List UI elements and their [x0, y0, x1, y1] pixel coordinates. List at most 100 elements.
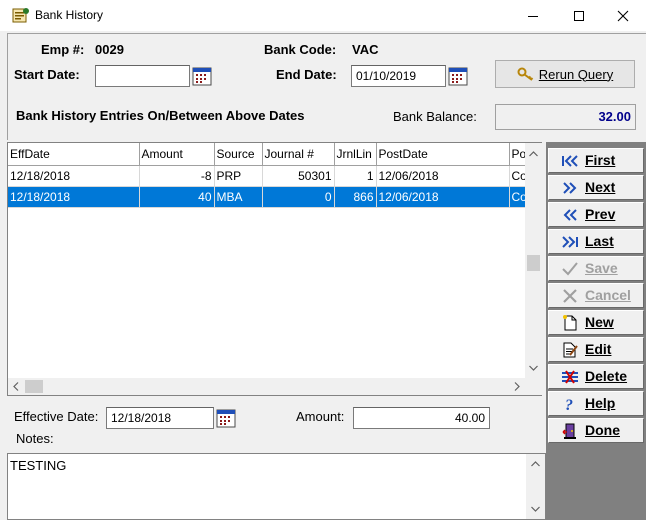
last-icon — [562, 236, 578, 248]
notes-textarea[interactable]: TESTING — [7, 453, 546, 520]
column-header-jrnllin[interactable]: JrnlLin — [334, 143, 377, 166]
cell-postdate: 12/06/2018 — [376, 186, 510, 208]
done-button[interactable]: Done — [548, 418, 644, 443]
effective-date-label: Effective Date: — [14, 409, 99, 424]
cell-journal: 0 — [262, 186, 335, 208]
amount-input[interactable]: 40.00 — [353, 407, 490, 429]
scroll-right-icon[interactable] — [514, 382, 520, 391]
cell-postdate: 12/06/2018 — [376, 165, 510, 187]
column-header-amount[interactable]: Amount — [139, 143, 215, 166]
last-label: Last — [585, 233, 614, 249]
end-date-calendar-icon[interactable] — [448, 66, 468, 86]
bank-code-label: Bank Code: — [264, 42, 337, 57]
prev-label: Prev — [585, 206, 616, 222]
grid-vertical-scrollbar[interactable] — [525, 143, 542, 378]
notes-text: TESTING — [10, 458, 67, 473]
cell-jrnllin: 1 — [334, 165, 377, 187]
scroll-down-icon[interactable] — [529, 365, 538, 371]
minimize-button[interactable] — [510, 0, 556, 31]
delete-button[interactable]: Delete — [548, 364, 644, 389]
maximize-icon — [574, 10, 584, 21]
bank-history-app-icon — [12, 8, 29, 23]
emp-label: Emp #: — [41, 42, 85, 57]
notes-scroll-up-icon[interactable] — [531, 461, 540, 467]
column-header-source[interactable]: Source — [214, 143, 263, 166]
svg-text:?: ? — [565, 397, 573, 412]
rerun-query-button[interactable]: Rerun Query — [495, 60, 635, 88]
start-date-calendar-icon[interactable] — [192, 66, 212, 86]
notes-label: Notes: — [16, 431, 54, 446]
cell-source: PRP — [214, 165, 263, 187]
column-header-postdate[interactable]: PostDate — [376, 143, 510, 166]
prev-icon — [563, 209, 577, 221]
new-button[interactable]: New — [548, 310, 644, 335]
next-button[interactable]: Next — [548, 175, 644, 200]
save-button[interactable]: Save — [548, 256, 644, 281]
first-label: First — [585, 152, 616, 168]
first-button[interactable]: First — [548, 148, 644, 173]
column-header-journal[interactable]: Journal # — [262, 143, 335, 166]
cancel-button[interactable]: Cancel — [548, 283, 644, 308]
done-door-icon — [562, 423, 576, 439]
maximize-button[interactable] — [556, 0, 602, 31]
delete-label: Delete — [585, 368, 628, 384]
history-table: EffDate Amount Source Journal # JrnlLin … — [8, 143, 540, 208]
cell-amount: 40 — [139, 186, 215, 208]
notes-scroll-down-icon[interactable] — [531, 506, 540, 512]
new-document-icon — [563, 315, 577, 331]
next-icon — [563, 182, 577, 194]
last-button[interactable]: Last — [548, 229, 644, 254]
save-check-icon — [562, 262, 578, 276]
title-bar: Bank History — [0, 0, 646, 31]
start-date-input[interactable] — [95, 65, 190, 87]
cell-jrnllin: 866 — [334, 186, 377, 208]
grid-horizontal-scrollbar[interactable] — [8, 378, 525, 395]
cancel-x-icon — [563, 289, 577, 303]
window-title: Bank History — [35, 8, 104, 22]
close-icon — [617, 10, 629, 21]
minimize-icon — [528, 15, 538, 17]
scroll-up-icon[interactable] — [529, 151, 538, 157]
scroll-left-icon[interactable] — [13, 382, 19, 391]
cell-journal: 50301 — [262, 165, 335, 187]
cell-effdate: 12/18/2018 — [8, 165, 140, 187]
cell-amount: -8 — [139, 165, 215, 187]
edit-document-icon — [563, 342, 578, 358]
delete-icon — [562, 370, 578, 384]
table-header-row: EffDate Amount Source Journal # JrnlLin … — [8, 143, 540, 166]
done-label: Done — [585, 422, 620, 438]
effective-date-calendar-icon[interactable] — [216, 408, 236, 428]
new-label: New — [585, 314, 614, 330]
edit-label: Edit — [585, 341, 612, 357]
key-icon — [517, 67, 533, 81]
help-label: Help — [585, 395, 616, 411]
help-icon: ? — [565, 397, 573, 412]
bank-history-grid[interactable]: EffDate Amount Source Journal # JrnlLin … — [7, 142, 542, 396]
scrollbar-corner — [525, 378, 542, 395]
end-date-input[interactable]: 01/10/2019 — [351, 65, 446, 87]
edit-button[interactable]: Edit — [548, 337, 644, 362]
bank-balance-value: 32.00 — [495, 104, 636, 130]
horizontal-scroll-thumb[interactable] — [25, 380, 43, 393]
start-date-label: Start Date: — [14, 67, 80, 82]
rerun-query-label: Rerun Query — [538, 66, 614, 82]
table-row-selected[interactable]: 12/18/2018 40 MBA 0 866 12/06/2018 Co — [8, 186, 540, 208]
end-date-label: End Date: — [276, 67, 337, 82]
help-button[interactable]: ? Help — [548, 391, 644, 416]
entries-heading: Bank History Entries On/Between Above Da… — [16, 108, 305, 123]
next-label: Next — [585, 179, 616, 195]
vertical-scroll-thumb[interactable] — [527, 255, 540, 271]
first-icon — [562, 155, 578, 167]
cell-effdate: 12/18/2018 — [8, 186, 140, 208]
emp-value: 0029 — [95, 42, 124, 57]
table-row[interactable]: 12/18/2018 -8 PRP 50301 1 12/06/2018 Co — [8, 165, 540, 187]
cell-source: MBA — [214, 186, 263, 208]
prev-button[interactable]: Prev — [548, 202, 644, 227]
notes-scrollbar[interactable] — [526, 454, 545, 519]
effective-date-input[interactable]: 12/18/2018 — [106, 407, 214, 429]
cancel-label: Cancel — [585, 287, 631, 303]
column-header-effdate[interactable]: EffDate — [8, 143, 140, 166]
close-button[interactable] — [600, 0, 646, 31]
bank-code-value: VAC — [352, 42, 379, 57]
bank-balance-label: Bank Balance: — [393, 109, 477, 124]
